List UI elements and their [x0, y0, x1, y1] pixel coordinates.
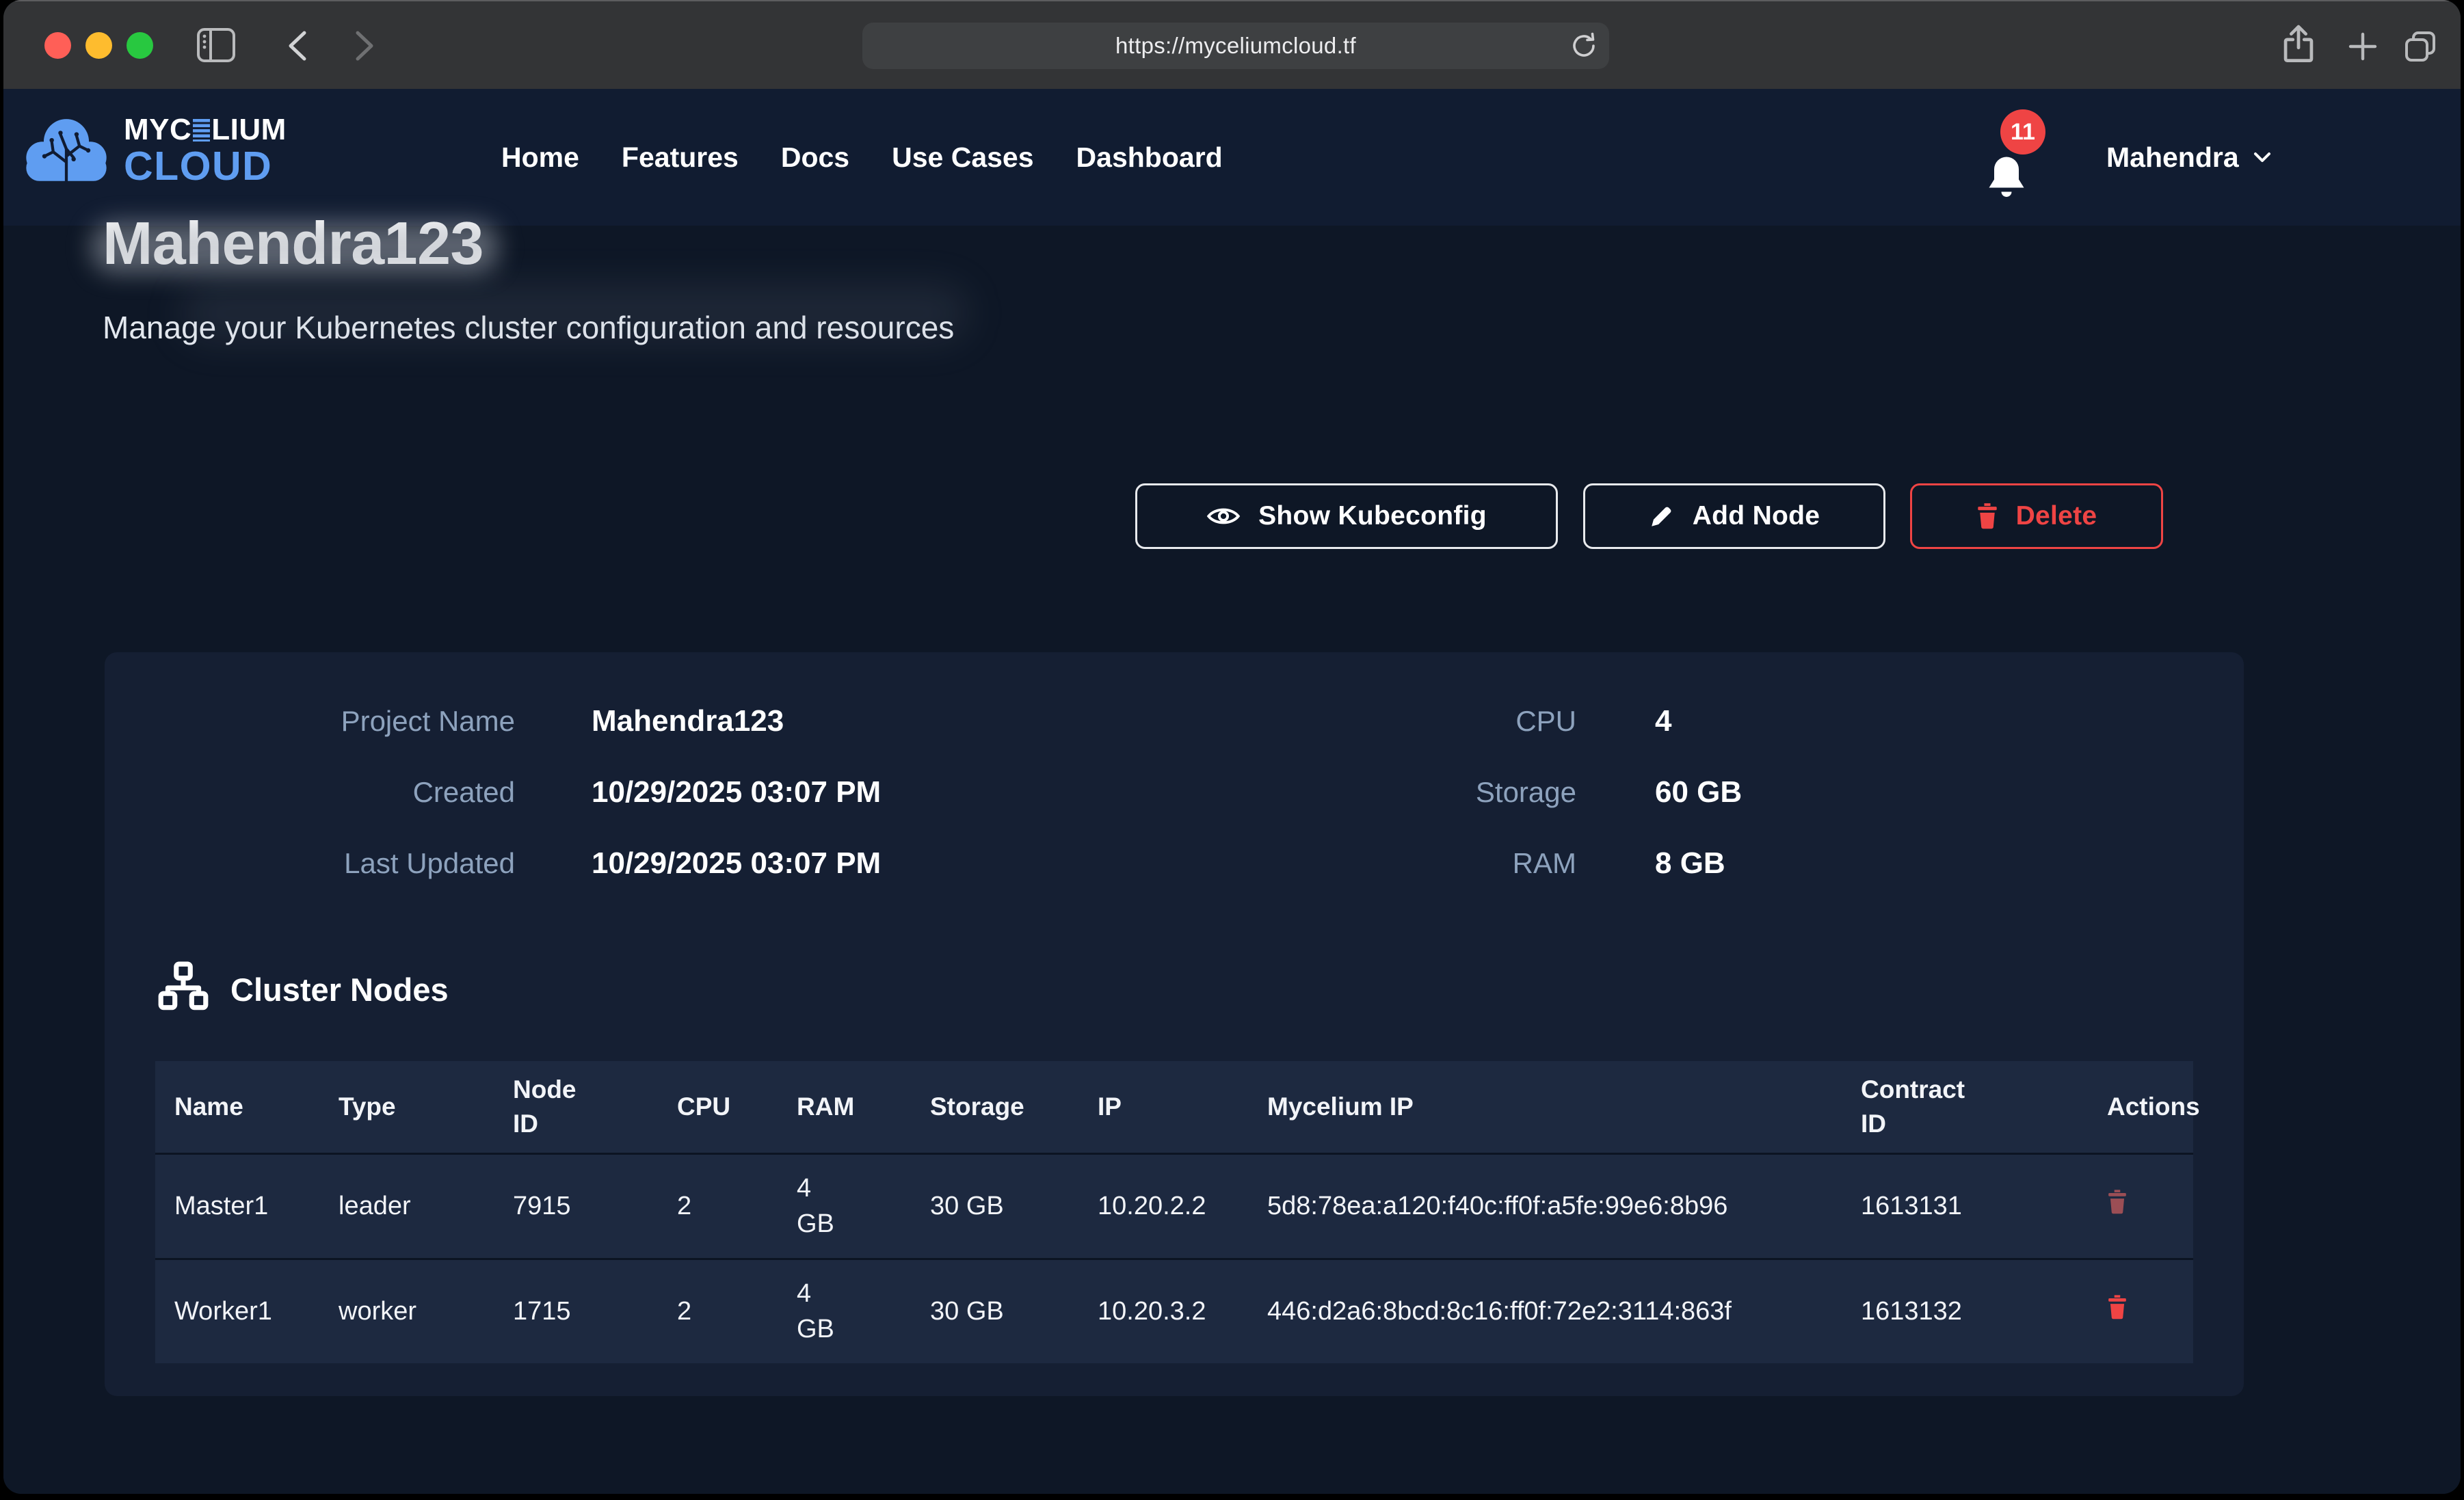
table-row: Master1 leader 7915 2 4 GB 30 GB 10.20.2…	[155, 1153, 2193, 1258]
zoom-window-button[interactable]	[127, 32, 153, 59]
add-node-button[interactable]: Add Node	[1583, 483, 1885, 549]
last-updated-label: Last Updated	[105, 846, 515, 881]
cluster-details-card: Project Name Mahendra123 Created 10/29/2…	[105, 652, 2244, 1396]
col-ip: IP	[1078, 1061, 1248, 1153]
project-name-value: Mahendra123	[592, 704, 881, 738]
browser-window: https://myceliumcloud.tf	[3, 0, 2461, 1494]
col-type: Type	[319, 1061, 494, 1153]
tab-overview-icon[interactable]	[2401, 27, 2439, 66]
privacy-blur-overlay	[91, 222, 499, 273]
col-node-id: Node ID	[494, 1061, 658, 1153]
col-storage: Storage	[911, 1061, 1078, 1153]
cell-contract-id: 1613131	[1842, 1153, 2088, 1258]
forward-icon[interactable]	[354, 29, 377, 63]
cluster-page: Mahendra123 Manage your Kubernetes clust…	[3, 226, 2461, 1494]
cell-ram: 4 GB	[778, 1153, 911, 1258]
col-mycelium-ip: Mycelium IP	[1248, 1061, 1842, 1153]
notifications-button[interactable]: 11	[1976, 89, 2065, 226]
notification-badge: 11	[2000, 109, 2045, 155]
chevron-down-icon	[2253, 150, 2272, 164]
show-kubeconfig-button[interactable]: Show Kubeconfig	[1135, 483, 1558, 549]
table-header-row: Name Type Node ID CPU RAM Storage IP Myc…	[155, 1061, 2193, 1153]
cell-type: leader	[319, 1153, 494, 1258]
cell-ip: 10.20.3.2	[1078, 1258, 1248, 1363]
bell-icon	[1980, 152, 2033, 205]
cluster-nodes-icon	[155, 961, 211, 1017]
storage-value: 60 GB	[1655, 775, 1742, 809]
site-navbar: MYCLIUM CLOUD Home Features Docs Use Cas…	[3, 89, 2461, 226]
delete-node-button[interactable]	[2107, 1190, 2128, 1214]
cell-name: Worker1	[155, 1258, 319, 1363]
col-cpu: CPU	[658, 1061, 778, 1153]
cell-node-id: 7915	[494, 1153, 658, 1258]
cpu-value: 4	[1655, 704, 1742, 738]
col-contract-id: Contract ID	[1842, 1061, 2088, 1153]
cell-name: Master1	[155, 1153, 319, 1258]
table-row: Worker1 worker 1715 2 4 GB 30 GB 10.20.3…	[155, 1258, 2193, 1363]
user-menu[interactable]: Mahendra	[2106, 89, 2272, 226]
cpu-label: CPU	[1165, 704, 1576, 738]
created-label: Created	[105, 775, 515, 809]
cell-storage: 30 GB	[911, 1258, 1078, 1363]
sidebar-toggle-icon[interactable]	[196, 27, 236, 63]
nav-link-use-cases[interactable]: Use Cases	[892, 142, 1033, 174]
reload-icon[interactable]	[1569, 31, 1598, 60]
ram-label: RAM	[1165, 846, 1576, 881]
cell-ip: 10.20.2.2	[1078, 1153, 1248, 1258]
cell-actions	[2088, 1258, 2193, 1363]
cell-cpu: 2	[658, 1258, 778, 1363]
col-name: Name	[155, 1061, 319, 1153]
mycelium-logo-icon	[23, 113, 110, 187]
new-tab-icon[interactable]	[2348, 31, 2378, 62]
cell-type: worker	[319, 1258, 494, 1363]
share-icon[interactable]	[2281, 23, 2316, 66]
cluster-nodes-heading: Cluster Nodes	[155, 961, 449, 1017]
cell-actions	[2088, 1153, 2193, 1258]
delete-node-button[interactable]	[2107, 1295, 2128, 1320]
col-ram: RAM	[778, 1061, 911, 1153]
nav-link-dashboard[interactable]: Dashboard	[1076, 142, 1223, 174]
address-bar[interactable]: https://myceliumcloud.tf	[862, 23, 1609, 69]
nav-link-home[interactable]: Home	[501, 142, 579, 174]
cell-contract-id: 1613132	[1842, 1258, 2088, 1363]
created-value: 10/29/2025 03:07 PM	[592, 775, 881, 809]
details-right: CPU 4 Storage 60 GB RAM 8 GB	[1165, 704, 1742, 881]
cell-node-id: 1715	[494, 1258, 658, 1363]
cell-storage: 30 GB	[911, 1153, 1078, 1258]
close-window-button[interactable]	[44, 32, 71, 59]
mycelium-cloud-logo[interactable]: MYCLIUM CLOUD	[23, 113, 287, 187]
logo-e-bars	[193, 119, 210, 142]
cluster-nodes-table: Name Type Node ID CPU RAM Storage IP Myc…	[155, 1061, 2193, 1363]
delete-cluster-button[interactable]: Delete	[1910, 483, 2163, 549]
nav-link-features[interactable]: Features	[622, 142, 739, 174]
nav-link-docs[interactable]: Docs	[781, 142, 849, 174]
storage-label: Storage	[1165, 775, 1576, 809]
ram-value: 8 GB	[1655, 846, 1742, 881]
cell-mycelium-ip: 5d8:78ea:a120:f40c:ff0f:a5fe:99e6:8b96	[1248, 1153, 1842, 1258]
eye-icon	[1206, 505, 1241, 528]
back-icon[interactable]	[285, 29, 308, 63]
logo-wordmark-bottom: CLOUD	[124, 146, 287, 187]
trash-icon	[1976, 503, 1998, 529]
user-name: Mahendra	[2106, 142, 2239, 174]
details-left: Project Name Mahendra123 Created 10/29/2…	[105, 704, 881, 881]
minimize-window-button[interactable]	[85, 32, 112, 59]
cell-cpu: 2	[658, 1153, 778, 1258]
url-text: https://myceliumcloud.tf	[1115, 33, 1356, 59]
last-updated-value: 10/29/2025 03:07 PM	[592, 846, 881, 881]
project-name-label: Project Name	[105, 704, 515, 738]
cell-mycelium-ip: 446:d2a6:8bcd:8c16:ff0f:72e2:3114:863f	[1248, 1258, 1842, 1363]
privacy-blur-overlay-faint	[181, 286, 968, 340]
col-actions: Actions	[2088, 1061, 2193, 1153]
cell-ram: 4 GB	[778, 1258, 911, 1363]
nav-links: Home Features Docs Use Cases Dashboard	[501, 89, 1223, 226]
logo-wordmark-top: MYCLIUM	[124, 115, 287, 145]
browser-chrome: https://myceliumcloud.tf	[3, 0, 2461, 89]
pencil-icon	[1649, 503, 1675, 529]
